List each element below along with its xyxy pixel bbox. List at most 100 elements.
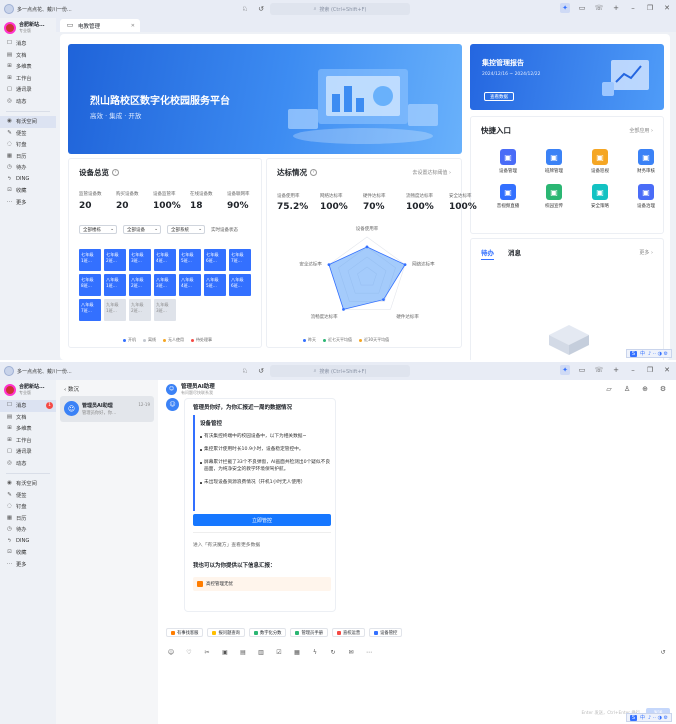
- add-member-icon[interactable]: ⊕: [640, 384, 650, 394]
- phone-icon[interactable]: ☏: [594, 3, 604, 13]
- quick-chip[interactable]: 管理员手册: [290, 628, 328, 637]
- doc-icon[interactable]: ▥: [256, 648, 266, 658]
- tab-device-management[interactable]: ▭ 电教管理 ✕: [60, 19, 140, 32]
- classroom-tile[interactable]: 九年级 2班...: [129, 299, 151, 321]
- classroom-tile[interactable]: 九年级 1班...: [104, 299, 126, 321]
- user-avatar[interactable]: [4, 4, 14, 14]
- ding-icon[interactable]: ♘: [240, 4, 250, 14]
- nav-item-calendar[interactable]: ▦ 日历: [0, 513, 56, 525]
- classroom-tile[interactable]: 七年级 2班...: [104, 249, 126, 271]
- quick-chip[interactable]: 有事找客服: [166, 628, 204, 637]
- classroom-tile[interactable]: 八年级 5班...: [204, 274, 226, 296]
- more-data-link[interactable]: 进入「有沃魔方」查看更多数据: [193, 541, 260, 548]
- classroom-tile[interactable]: 八年级 1班...: [104, 274, 126, 296]
- nav-item-contacts[interactable]: ▢ 通讯录: [0, 84, 56, 96]
- classroom-tile[interactable]: 七年级 8班...: [79, 274, 101, 296]
- more-icon[interactable]: ⋯: [364, 648, 374, 658]
- report-card[interactable]: 集控管理报告 2024/12/16 ~ 2024/12/22 查看数据: [470, 44, 664, 110]
- nav-item-more[interactable]: ⋯ 更多: [0, 197, 56, 209]
- help-icon[interactable]: ?: [112, 169, 119, 176]
- nav-item-notes[interactable]: ✎ 便签: [0, 490, 56, 502]
- nav-item-ding[interactable]: ϟ DING: [0, 536, 56, 548]
- settings-icon[interactable]: ⚙: [658, 384, 668, 394]
- ime-toolbar[interactable]: S 中 ♪ ·· ◑ ⚙: [625, 349, 672, 358]
- classroom-tile[interactable]: 八年级 4班...: [179, 274, 201, 296]
- tab-close-icon[interactable]: ✕: [131, 23, 135, 29]
- nav-item-messages[interactable]: ☐ 消息 1: [0, 400, 56, 412]
- quick-entry[interactable]: ▣ 设备治理: [623, 184, 669, 209]
- screen-icon[interactable]: ▭: [577, 3, 587, 13]
- global-search[interactable]: ⌕ 搜索 (Ctrl+Shift+F): [270, 365, 410, 377]
- minimize-icon[interactable]: –: [628, 3, 638, 13]
- ai-icon[interactable]: ✦: [560, 365, 570, 375]
- calendar-icon[interactable]: ▦: [292, 648, 302, 658]
- user-status[interactable]: 多一点点花、戴川一份...: [0, 4, 95, 14]
- nav-item-workbench[interactable]: ⊞ 工作台: [0, 73, 56, 85]
- quick-chip[interactable]: 设备管控: [369, 628, 403, 637]
- todo-more-link[interactable]: 更多 ›: [639, 249, 653, 256]
- help-icon[interactable]: ?: [310, 169, 317, 176]
- nav-item-contacts[interactable]: ▢ 通讯录: [0, 446, 56, 458]
- check-icon[interactable]: ☑: [274, 648, 284, 658]
- close-icon[interactable]: ✕: [662, 365, 672, 375]
- nav-item-drive[interactable]: ◌ 钉盘: [0, 139, 56, 151]
- nav-item-drive[interactable]: ◌ 钉盘: [0, 501, 56, 513]
- ding-icon[interactable]: ♘: [240, 366, 250, 376]
- filter-building[interactable]: 全部楼栋 ⌄: [79, 225, 117, 234]
- nav-item-workbench[interactable]: ⊞ 工作台: [0, 435, 56, 447]
- minimize-icon[interactable]: –: [628, 365, 638, 375]
- nav-item-calendar[interactable]: ▦ 日历: [0, 151, 56, 163]
- org-switcher[interactable]: 合肥新站... 专业版: [0, 380, 56, 400]
- history-icon[interactable]: ↺: [256, 4, 266, 14]
- quick-entry[interactable]: ▣ 设备管理: [485, 149, 531, 174]
- history-icon[interactable]: ↺: [256, 366, 266, 376]
- info-option[interactable]: 高控管理无忧: [193, 577, 331, 591]
- classroom-tile[interactable]: 七年级 3班...: [129, 249, 151, 271]
- add-icon[interactable]: +: [611, 3, 621, 13]
- classroom-tile[interactable]: 七年级 6班...: [204, 249, 226, 271]
- quick-chip[interactable]: 报问题查询: [207, 628, 245, 637]
- classroom-tile[interactable]: 八年级 6班...: [229, 274, 251, 296]
- quick-chip[interactable]: 直校运营: [331, 628, 366, 637]
- classroom-tile[interactable]: 七年级 7班...: [229, 249, 251, 271]
- report-view-button[interactable]: 查看数据: [484, 92, 514, 101]
- nav-item-favorites[interactable]: ⊡ 收藏: [0, 185, 56, 197]
- user-avatar[interactable]: [4, 366, 14, 376]
- nav-item-sheets[interactable]: ⊞ 多维表: [0, 61, 56, 73]
- filter-system[interactable]: 全部系统 ⌄: [167, 225, 205, 234]
- tab-messages[interactable]: 消息: [508, 247, 521, 260]
- quick-entry[interactable]: ▣ 班牌管理: [531, 149, 577, 174]
- nav-item-docs[interactable]: ▤ 文档: [0, 50, 56, 62]
- mail-icon[interactable]: ✉: [346, 648, 356, 658]
- nav-item-ding[interactable]: ϟ DING: [0, 174, 56, 186]
- history-icon[interactable]: ↺: [658, 648, 668, 658]
- emoji-icon[interactable]: ☺: [166, 648, 176, 658]
- filter-device[interactable]: 全部设备 ⌄: [123, 225, 161, 234]
- add-icon[interactable]: +: [611, 365, 621, 375]
- quick-entry[interactable]: ▣ 财务审核: [623, 149, 669, 174]
- user-status[interactable]: 多一点点花、戴川一份...: [0, 366, 95, 376]
- nav-item-todo[interactable]: ◷ 待办: [0, 162, 56, 174]
- nav-item-feed[interactable]: ◎ 动态: [0, 96, 56, 108]
- classroom-tile[interactable]: 七年级 4班...: [154, 249, 176, 271]
- phone-icon[interactable]: ☏: [594, 365, 604, 375]
- back-button[interactable]: ‹ 数沉: [64, 385, 79, 393]
- restore-icon[interactable]: ❐: [645, 3, 655, 13]
- classroom-tile[interactable]: 八年级 2班...: [129, 274, 151, 296]
- nav-item-sheets[interactable]: ⊞ 多维表: [0, 423, 56, 435]
- nav-item-messages[interactable]: ☐ 消息: [0, 38, 56, 50]
- nav-item-more[interactable]: ⋯ 更多: [0, 559, 56, 571]
- nav-item-space[interactable]: ◉ 有沃空间: [0, 116, 56, 128]
- nav-item-notes[interactable]: ✎ 便签: [0, 128, 56, 140]
- classroom-tile[interactable]: 八年级 7班...: [79, 299, 101, 321]
- tab-todo[interactable]: 待办: [481, 247, 494, 260]
- quick-entry[interactable]: ▣ 设备巡视: [577, 149, 623, 174]
- restore-icon[interactable]: ❐: [645, 365, 655, 375]
- like-icon[interactable]: ♡: [184, 648, 194, 658]
- folder-icon[interactable]: ▱: [604, 384, 614, 394]
- nav-item-docs[interactable]: ▤ 文档: [0, 412, 56, 424]
- control-now-button[interactable]: 立即管控: [193, 514, 331, 526]
- set-threshold-link[interactable]: 去设置达标阈值 ›: [412, 169, 451, 176]
- classroom-tile[interactable]: 八年级 3班...: [154, 274, 176, 296]
- all-apps-link[interactable]: 全部应用 ›: [629, 127, 653, 134]
